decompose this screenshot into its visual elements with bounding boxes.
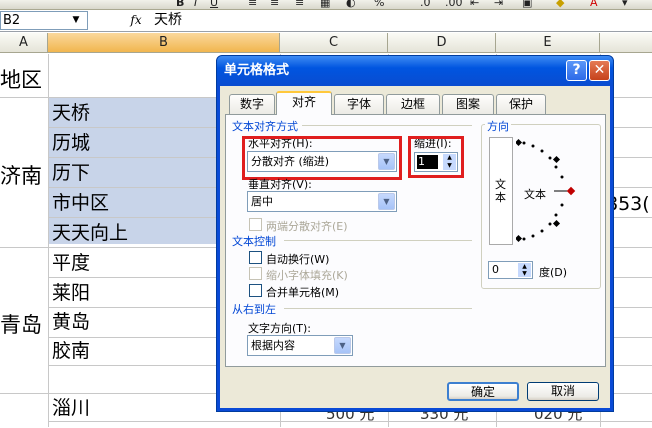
vertical-align-value: 居中 xyxy=(251,195,273,208)
merge-center-icon[interactable]: ▦ xyxy=(320,0,330,8)
shrink-to-fit-label: 缩小字体填充(K) xyxy=(266,269,348,282)
align-center-icon[interactable]: ≡ xyxy=(270,0,279,8)
text-control-group-label: 文本控制 xyxy=(232,235,276,248)
degrees-down-icon[interactable]: ▼ xyxy=(518,270,531,277)
tab-alignment[interactable]: 对齐 xyxy=(276,91,332,115)
toolbar: B I U ≡ ≡ ≡ ▦ ◐ % .0 .00 ⇤ ⇥ ▣ ◆ A ▾ xyxy=(0,0,652,10)
tab-border[interactable]: 边框 xyxy=(386,94,440,114)
formula-input[interactable]: 天桥 xyxy=(152,11,632,30)
insert-function-icon[interactable]: fx xyxy=(126,11,146,30)
wrap-text-checkbox[interactable] xyxy=(249,251,262,264)
cell-b[interactable]: 天天向上 xyxy=(52,219,128,247)
justify-distributed-checkbox[interactable] xyxy=(249,218,262,231)
column-header-f[interactable] xyxy=(600,33,652,53)
bold-icon[interactable]: B xyxy=(176,0,184,8)
column-header-e[interactable]: E xyxy=(496,33,600,53)
degrees-up-icon[interactable]: ▲ xyxy=(518,263,531,270)
text-alignment-group-label: 文本对齐方式 xyxy=(232,120,298,133)
cell-b[interactable]: 平度 xyxy=(52,249,90,277)
highlight-horizontal xyxy=(242,136,402,180)
tab-patterns[interactable]: 图案 xyxy=(442,94,494,114)
column-header-d[interactable]: D xyxy=(388,33,496,53)
currency-icon[interactable]: ◐ xyxy=(346,0,356,8)
column-header-a[interactable]: A xyxy=(0,33,48,53)
merge-cells-label: 合并单元格(M) xyxy=(266,286,340,299)
percent-icon[interactable]: % xyxy=(374,0,384,8)
degrees-spinner[interactable]: 0 ▲ ▼ xyxy=(488,261,533,279)
cell-a-region-header[interactable]: 地区 xyxy=(0,64,42,94)
fill-color-icon[interactable]: ◆ xyxy=(556,0,564,8)
column-header-c[interactable]: C xyxy=(280,33,388,53)
cancel-button[interactable]: 取消 xyxy=(527,382,599,401)
tab-font[interactable]: 字体 xyxy=(334,94,384,114)
highlight-indent xyxy=(408,136,464,178)
name-box-dropdown-icon[interactable]: ▼ xyxy=(67,12,85,29)
underline-icon[interactable]: U xyxy=(210,0,218,8)
tab-protection[interactable]: 保护 xyxy=(496,94,546,114)
vertical-align-dropdown-icon[interactable]: ▼ xyxy=(378,193,395,210)
cell-b[interactable]: 胶南 xyxy=(52,337,90,365)
dialog-title: 单元格格式 xyxy=(224,63,290,78)
align-left-icon[interactable]: ≡ xyxy=(248,0,257,8)
borders-icon[interactable]: ▣ xyxy=(522,0,532,8)
rtl-group-label: 从右到左 xyxy=(232,303,276,316)
cell-b[interactable]: 淄川 xyxy=(52,394,90,422)
increase-decimal-icon[interactable]: .0 xyxy=(420,0,431,8)
vertical-align-label: 垂直对齐(V): xyxy=(248,178,312,191)
text-direction-value: 根据内容 xyxy=(251,339,295,352)
orientation-group-label: 方向 xyxy=(485,118,511,134)
font-color-icon[interactable]: A xyxy=(590,0,598,8)
merge-cells-checkbox[interactable] xyxy=(249,284,262,297)
cell-b[interactable]: 莱阳 xyxy=(52,279,90,307)
text-direction-dropdown-icon[interactable]: ▼ xyxy=(334,337,351,354)
wrap-text-label: 自动换行(W) xyxy=(266,253,330,266)
cell-a-qingdao[interactable]: 青岛 xyxy=(0,309,42,339)
toolbar-options-icon[interactable]: ▾ xyxy=(622,0,628,8)
close-button[interactable]: ✕ xyxy=(589,60,610,81)
column-header-b[interactable]: B xyxy=(48,33,280,53)
justify-distributed-label: 两端分散对齐(E) xyxy=(266,220,348,233)
help-button[interactable]: ? xyxy=(566,60,587,81)
tab-number[interactable]: 数字 xyxy=(229,94,275,114)
horizontal-text-sample: 文本 xyxy=(524,188,546,201)
italic-icon[interactable]: I xyxy=(194,0,197,8)
align-right-icon[interactable]: ≡ xyxy=(295,0,304,8)
text-direction-label: 文字方向(T): xyxy=(248,322,312,335)
vertical-align-select[interactable]: 居中 xyxy=(247,191,397,212)
cell-a-jinan[interactable]: 济南 xyxy=(0,160,42,190)
cell-b[interactable]: 历下 xyxy=(52,159,90,187)
vertical-text-box[interactable]: 文本 xyxy=(489,137,513,245)
degrees-value: 0 xyxy=(492,263,499,276)
cell-b[interactable]: 天桥 xyxy=(52,99,90,127)
cell-b[interactable]: 黄岛 xyxy=(52,308,90,336)
ok-button[interactable]: 确定 xyxy=(447,382,519,401)
decrease-decimal-icon[interactable]: .00 xyxy=(445,0,463,8)
shrink-to-fit-checkbox[interactable] xyxy=(249,267,262,280)
increase-indent-icon[interactable]: ⇥ xyxy=(494,0,503,8)
degrees-label: 度(D) xyxy=(539,266,568,279)
cell-b[interactable]: 历城 xyxy=(52,129,90,157)
cell-b[interactable]: 市中区 xyxy=(52,189,109,217)
decrease-indent-icon[interactable]: ⇤ xyxy=(470,0,479,8)
vertical-text-sample: 文本 xyxy=(495,178,506,204)
